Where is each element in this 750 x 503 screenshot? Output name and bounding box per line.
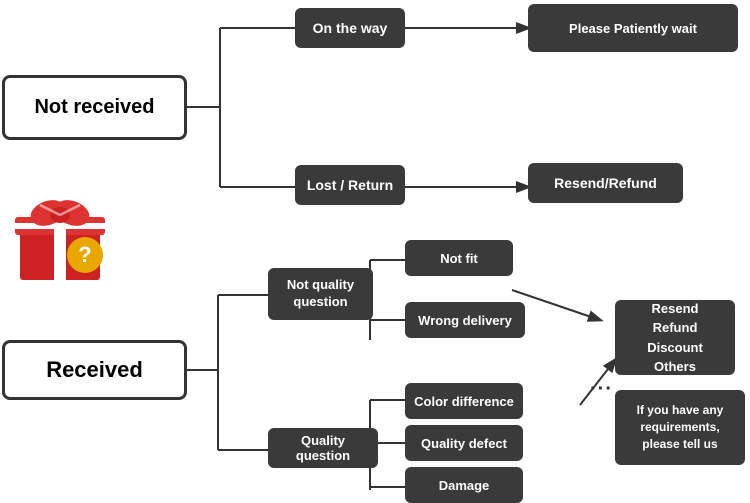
resend-options-node: Resend Refund Discount Others	[615, 300, 735, 375]
ellipsis-dots: ···	[590, 378, 613, 401]
svg-text:?: ?	[78, 242, 91, 267]
quality-question-node: Quality question	[268, 428, 378, 468]
quality-defect-node: Quality defect	[405, 425, 523, 461]
not-fit-node: Not fit	[405, 240, 513, 276]
not-quality-node: Not quality question	[268, 268, 373, 320]
lost-return-node: Lost / Return	[295, 165, 405, 205]
flowchart: Not received On the way Please Patiently…	[0, 0, 750, 500]
resend-refund-node: Resend/Refund	[528, 163, 683, 203]
damage-node: Damage	[405, 467, 523, 503]
gift-box-icon: ?	[10, 185, 110, 285]
please-wait-node: Please Patiently wait	[528, 4, 738, 52]
color-diff-node: Color difference	[405, 383, 523, 419]
on-the-way-node: On the way	[295, 8, 405, 48]
wrong-delivery-node: Wrong delivery	[405, 302, 525, 338]
received-node: Received	[2, 340, 187, 400]
not-received-node: Not received	[2, 75, 187, 140]
contact-us-node: If you have any requirements, please tel…	[615, 390, 745, 465]
